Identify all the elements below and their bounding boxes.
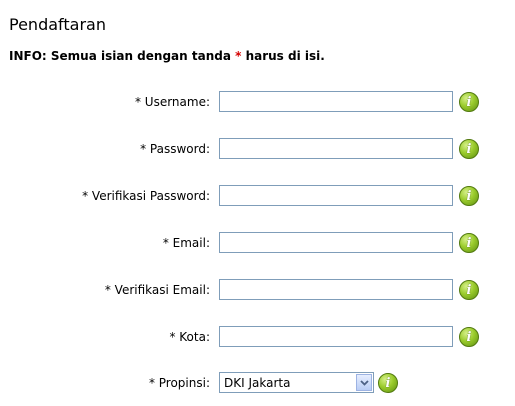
chevron-down-icon[interactable] <box>356 374 372 391</box>
info-icon[interactable]: i <box>459 233 479 253</box>
password-input[interactable] <box>219 138 453 159</box>
info-icon[interactable]: i <box>459 139 479 159</box>
verify-email-input[interactable] <box>219 279 453 300</box>
info-icon[interactable]: i <box>459 327 479 347</box>
email-input[interactable] <box>219 232 453 253</box>
email-label: * Email: <box>162 236 210 250</box>
verify-password-row: * Verifikasi Password: i <box>0 185 515 209</box>
verify-email-row: * Verifikasi Email: i <box>0 279 515 303</box>
city-row: * Kota: i <box>0 326 515 350</box>
info-glyph: i <box>466 282 472 298</box>
info-glyph: i <box>466 235 472 251</box>
info-glyph: i <box>466 141 472 157</box>
city-label: * Kota: <box>169 330 210 344</box>
info-glyph: i <box>466 329 472 345</box>
info-icon[interactable]: i <box>459 280 479 300</box>
province-row: * Propinsi: DKI Jakarta i <box>0 372 515 396</box>
verify-password-label: * Verifikasi Password: <box>82 189 210 203</box>
info-icon[interactable]: i <box>459 186 479 206</box>
info-icon[interactable]: i <box>459 92 479 112</box>
password-row: * Password: i <box>0 138 515 162</box>
password-label: * Password: <box>140 142 210 156</box>
page-title: Pendaftaran <box>9 15 106 34</box>
info-prefix: INFO: Semua isian dengan tanda <box>9 49 236 63</box>
info-text: INFO: Semua isian dengan tanda * harus d… <box>9 49 325 63</box>
username-label: * Username: <box>134 95 210 109</box>
email-row: * Email: i <box>0 232 515 256</box>
province-select[interactable]: DKI Jakarta <box>219 372 374 393</box>
info-icon[interactable]: i <box>378 373 398 393</box>
city-input[interactable] <box>219 326 453 347</box>
info-glyph: i <box>466 94 472 110</box>
info-suffix: harus di isi. <box>241 49 325 63</box>
username-row: * Username: i <box>0 91 515 115</box>
info-glyph: i <box>466 188 472 204</box>
verify-password-input[interactable] <box>219 185 453 206</box>
info-glyph: i <box>385 375 391 391</box>
verify-email-label: * Verifikasi Email: <box>104 283 210 297</box>
province-selected-value: DKI Jakarta <box>224 376 291 390</box>
province-label: * Propinsi: <box>148 376 210 390</box>
username-input[interactable] <box>219 91 453 112</box>
